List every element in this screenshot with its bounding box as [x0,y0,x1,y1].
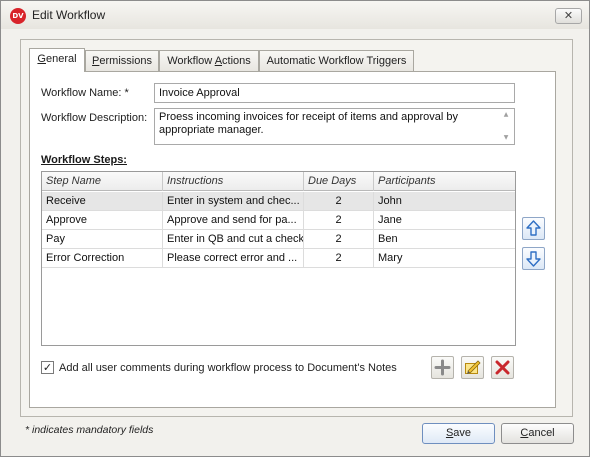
tab-workflow-actions-mnemonic: A [214,55,223,67]
workflow-description-label: Workflow Description: [41,112,148,124]
tab-workflow-actions-label: ctions [222,55,251,67]
edit-workflow-dialog: DV Edit Workflow ✕ General Permissions W… [0,0,590,457]
column-header-step-name[interactable]: Step Name [42,172,163,191]
workflow-steps-title: Workflow Steps: [41,154,127,166]
window-title: Edit Workflow [32,8,106,22]
due-days-cell: 2 [304,230,374,249]
tab-automatic-workflow-triggers[interactable]: Automatic Workflow Triggers [259,50,414,72]
tab-workflow-actions-prefix: Workflow [167,55,215,67]
table-row[interactable]: Pay Enter in QB and cut a check 2 Ben [42,230,515,249]
tab-workflow-actions[interactable]: Workflow Actions [159,50,259,72]
tab-general-label: eneral [45,53,77,65]
move-down-icon [526,251,541,267]
table-row[interactable]: Error Correction Please correct error an… [42,249,515,268]
step-name-cell: Pay [42,230,163,249]
participants-cell: Mary [378,252,403,264]
due-days-cell: 2 [304,211,374,230]
add-step-icon [434,359,451,376]
cancel-button[interactable]: Cancel [501,423,574,444]
tab-general[interactable]: General [29,48,85,72]
add-comments-label[interactable]: Add all user comments during workflow pr… [59,362,397,374]
save-label: ave [453,427,472,439]
close-button[interactable]: ✕ [555,8,582,24]
delete-step-button[interactable] [491,356,514,379]
step-name-cell: Approve [42,211,163,230]
tab-permissions-label: ermissions [99,55,152,67]
scroll-up-icon[interactable]: ▲ [500,111,512,119]
tab-permissions[interactable]: Permissions [85,50,159,72]
add-comments-checkbox[interactable]: ✓ [41,361,54,374]
instructions-cell: Enter in QB and cut a check [163,230,304,249]
due-days-cell: 2 [304,192,374,211]
cancel-label: ancel [528,427,555,439]
workflow-description-text: Proess incoming invoices for receipt of … [159,111,458,136]
participants-cell: Ben [378,233,398,245]
delete-step-icon [495,360,510,375]
column-header-participants[interactable]: Participants [374,172,515,191]
workflow-description-input[interactable]: Proess incoming invoices for receipt of … [154,108,515,145]
instructions-cell: Enter in system and chec... [163,192,304,211]
instructions-cell: Approve and send for pa... [163,211,304,230]
move-step-up-button[interactable] [522,217,545,240]
app-logo-icon: DV [10,8,26,24]
workflow-steps-grid[interactable]: Step Name Instructions Due Days Particip… [41,171,516,346]
add-step-button[interactable] [431,356,454,379]
edit-step-button[interactable] [461,356,484,379]
mandatory-fields-note: * indicates mandatory fields [25,424,154,436]
tab-general-mnemonic: G [37,53,46,65]
scroll-down-icon[interactable]: ▼ [500,134,512,142]
participants-cell: John [378,195,402,207]
step-name-cell: Receive [42,192,163,211]
grid-header: Step Name Instructions Due Days Particip… [42,172,515,191]
title-bar[interactable]: DV Edit Workflow ✕ [1,1,589,29]
table-row[interactable]: Receive Enter in system and chec... 2 Jo… [42,192,515,211]
due-days-cell: 2 [304,249,374,268]
instructions-cell: Please correct error and ... [163,249,304,268]
move-step-down-button[interactable] [522,247,545,270]
step-name-cell: Error Correction [42,249,163,268]
edit-step-icon [465,360,481,374]
column-header-instructions[interactable]: Instructions [163,172,304,191]
save-button[interactable]: Save [422,423,495,444]
workflow-name-label: Workflow Name: * [41,87,129,99]
participants-cell: Jane [378,214,402,226]
table-row[interactable]: Approve Approve and send for pa... 2 Jan… [42,211,515,230]
column-header-due-days[interactable]: Due Days [304,172,374,191]
workflow-name-input[interactable]: Invoice Approval [154,83,515,103]
move-up-icon [526,220,541,236]
